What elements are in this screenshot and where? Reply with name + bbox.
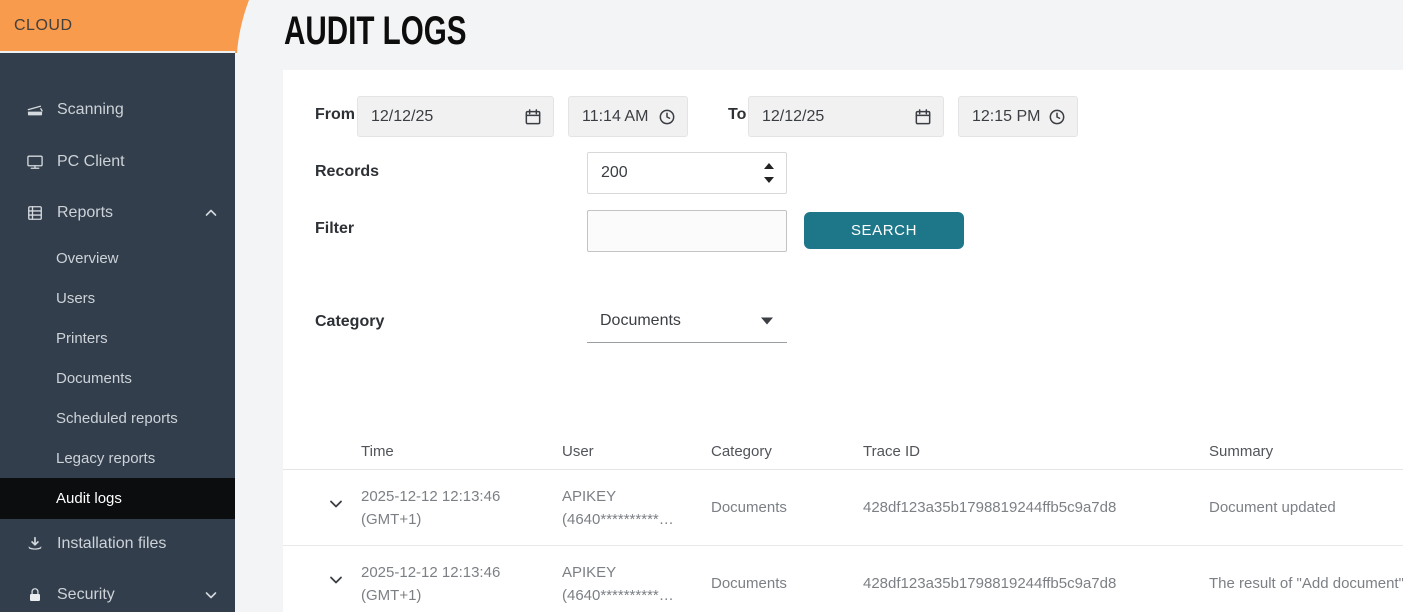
- sidebar-item-installation-files[interactable]: Installation files: [0, 519, 235, 569]
- scanner-icon: [24, 99, 46, 121]
- cell-time: 2025-12-12 12:13:46 (GMT+1): [361, 485, 562, 531]
- sidebar-item-label: Reports: [57, 204, 113, 222]
- table-row: 2025-12-12 12:13:46 (GMT+1) APIKEY (4640…: [283, 546, 1403, 612]
- records-label: Records: [315, 162, 379, 182]
- to-label: To: [728, 105, 746, 125]
- from-date-field[interactable]: [357, 96, 554, 137]
- sidebar-item-documents[interactable]: Documents: [0, 358, 235, 398]
- sidebar-subitem-label: Documents: [56, 370, 132, 387]
- records-spinner: [764, 163, 774, 183]
- sidebar-item-label: PC Client: [57, 153, 125, 171]
- category-label: Category: [315, 312, 384, 332]
- clock-icon[interactable]: [657, 107, 677, 127]
- sidebar-item-printers[interactable]: Printers: [0, 318, 235, 358]
- sidebar-item-label: Installation files: [57, 535, 166, 553]
- from-label: From: [315, 105, 355, 125]
- category-select[interactable]: Documents: [587, 300, 787, 343]
- sidebar-item-security[interactable]: Security: [0, 569, 235, 612]
- brand-flare-decoration: [235, 0, 253, 53]
- brand-header: CLOUD: [0, 0, 235, 53]
- app-window: CLOUD Scanning PC Client: [0, 0, 1403, 612]
- table-row: 2025-12-12 12:13:46 (GMT+1) APIKEY (4640…: [283, 470, 1403, 546]
- sidebar-item-audit-logs[interactable]: Audit logs: [0, 478, 235, 519]
- calendar-icon[interactable]: [913, 107, 933, 127]
- monitor-icon: [24, 151, 46, 173]
- column-header-summary: Summary: [1209, 432, 1403, 463]
- cell-summary: The result of "Add document": [1209, 572, 1403, 595]
- sidebar-subitem-label: Scheduled reports: [56, 410, 178, 427]
- dropdown-arrow-icon: [761, 318, 773, 325]
- column-header-category: Category: [711, 432, 863, 463]
- sidebar-item-legacy-reports[interactable]: Legacy reports: [0, 438, 235, 478]
- from-time-field[interactable]: [568, 96, 688, 137]
- cell-category: Documents: [711, 496, 863, 519]
- column-header-user: User: [562, 432, 711, 463]
- cell-trace-id: 428df123a35b1798819244ffb5c9a7d8: [863, 496, 1209, 519]
- page-title: AUDIT LOGS: [284, 9, 467, 53]
- chevron-down-icon: [203, 587, 219, 603]
- calendar-icon[interactable]: [523, 107, 543, 127]
- sidebar-subitem-label: Overview: [56, 250, 119, 267]
- sidebar-subitem-label: Audit logs: [56, 490, 122, 507]
- clock-icon[interactable]: [1047, 107, 1067, 127]
- records-field[interactable]: 200: [587, 152, 787, 194]
- reports-icon: [24, 202, 46, 224]
- to-time-field[interactable]: [958, 96, 1078, 137]
- download-icon: [24, 533, 46, 555]
- cell-user: APIKEY (4640**********…: [562, 561, 711, 607]
- content-panel: From To: [283, 70, 1403, 612]
- cell-trace-id: 428df123a35b1798819244ffb5c9a7d8: [863, 572, 1209, 595]
- audit-log-table: Time User Category Trace ID Summary 2025…: [283, 425, 1403, 612]
- sidebar-item-scheduled-reports[interactable]: Scheduled reports: [0, 398, 235, 438]
- spinner-up-icon[interactable]: [764, 163, 774, 169]
- category-selected-value: Documents: [600, 312, 681, 330]
- records-value: 200: [588, 164, 628, 182]
- filter-label: Filter: [315, 219, 354, 239]
- lock-icon: [24, 584, 46, 606]
- sidebar-item-pc-client[interactable]: PC Client: [0, 136, 235, 188]
- sidebar-item-label: Scanning: [57, 101, 124, 119]
- search-button[interactable]: SEARCH: [804, 212, 964, 249]
- main-content: AUDIT LOGS From To: [235, 0, 1403, 612]
- sidebar-nav: Scanning PC Client Reports Overview User…: [0, 84, 235, 612]
- sidebar-item-users[interactable]: Users: [0, 278, 235, 318]
- to-date-field[interactable]: [748, 96, 944, 137]
- filter-input[interactable]: [587, 210, 787, 252]
- column-header-trace-id: Trace ID: [863, 432, 1209, 463]
- sidebar-item-overview[interactable]: Overview: [0, 238, 235, 278]
- cell-summary: Document updated: [1209, 496, 1403, 519]
- sidebar: CLOUD Scanning PC Client: [0, 0, 235, 612]
- sidebar-subitem-label: Legacy reports: [56, 450, 155, 467]
- cell-category: Documents: [711, 572, 863, 595]
- sidebar-item-scanning[interactable]: Scanning: [0, 84, 235, 136]
- cell-user: APIKEY (4640**********…: [562, 485, 711, 531]
- row-expand-chevron-icon[interactable]: [326, 494, 346, 514]
- row-expand-chevron-icon[interactable]: [326, 570, 346, 590]
- brand-name: CLOUD: [14, 17, 73, 35]
- header-spacer: [283, 443, 361, 451]
- cell-time: 2025-12-12 12:13:46 (GMT+1): [361, 561, 562, 607]
- sidebar-subitem-label: Users: [56, 290, 95, 307]
- spinner-down-icon[interactable]: [764, 177, 774, 183]
- chevron-up-icon: [203, 205, 219, 221]
- sidebar-item-reports[interactable]: Reports: [0, 188, 235, 238]
- column-header-time: Time: [361, 432, 562, 463]
- table-header-row: Time User Category Trace ID Summary: [283, 425, 1403, 470]
- sidebar-subitem-label: Printers: [56, 330, 108, 347]
- sidebar-item-label: Security: [57, 586, 115, 604]
